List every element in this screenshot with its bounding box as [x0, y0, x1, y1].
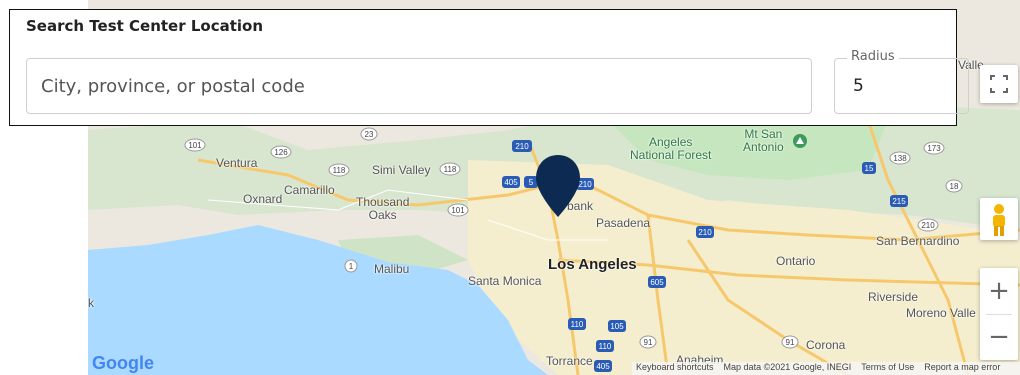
zoom-out-button[interactable]: −: [980, 314, 1018, 360]
map-label-santa-monica: Santa Monica: [468, 274, 542, 288]
map-data-text: Map data ©2021 Google, INEGI: [723, 362, 852, 372]
map-label-angeles-national-forest: Angeles National Forest: [630, 135, 712, 162]
map-label-camarillo: Camarillo: [284, 183, 335, 197]
map-label-san-bernardino: San Bernardino: [876, 234, 960, 248]
map-label-moreno-valley: Moreno Valle: [906, 306, 976, 320]
map-attribution: Keyboard shortcuts Map data ©2021 Google…: [632, 362, 1020, 375]
google-logo-text: Google: [92, 353, 154, 373]
map-label-riverside: Riverside: [868, 290, 919, 304]
map-label-pasadena: Pasadena: [596, 216, 651, 230]
map-label-torrance: Torrance: [546, 354, 593, 368]
map-label-corona: Corona: [806, 338, 846, 352]
map-label-mt-san-antonio: Mt San Antonio: [743, 127, 784, 154]
terms-of-use-link[interactable]: Terms of Use: [861, 362, 914, 375]
map-label-ontario: Ontario: [776, 254, 816, 268]
map-label-oxnard: Oxnard: [243, 192, 283, 206]
city-search-input[interactable]: [27, 59, 811, 113]
radius-label: Radius: [847, 49, 899, 64]
keyboard-shortcuts-link[interactable]: Keyboard shortcuts: [636, 362, 714, 375]
map-label-malibu: Malibu: [374, 262, 410, 276]
pegman-icon: [993, 204, 1005, 236]
zoom-in-button[interactable]: +: [980, 268, 1018, 314]
fullscreen-button[interactable]: [980, 65, 1018, 103]
search-panel-title: Search Test Center Location: [26, 17, 264, 35]
report-map-error-link[interactable]: Report a map error: [924, 362, 1000, 375]
zoom-control: + −: [980, 268, 1018, 360]
google-logo[interactable]: Google: [92, 353, 154, 374]
street-view-pegman-button[interactable]: [980, 198, 1018, 240]
location-pin-icon[interactable]: [536, 155, 580, 217]
map-label-simi-valley: Simi Valley: [372, 163, 431, 177]
fullscreen-icon: [990, 75, 1008, 93]
map-label-edge-k: k: [88, 296, 94, 310]
zoom-divider: [986, 314, 1012, 315]
city-input-wrapper: [26, 58, 812, 114]
map-label-los-angeles: Los Angeles: [548, 256, 637, 273]
map-label-ventura: Ventura: [216, 156, 258, 170]
radius-value: 5: [853, 76, 864, 96]
map-label-thousand-oaks: Thousand Oaks: [356, 195, 410, 222]
search-panel: Search Test Center Location Radius 5: [9, 9, 969, 126]
radius-field[interactable]: Radius 5: [834, 49, 969, 114]
